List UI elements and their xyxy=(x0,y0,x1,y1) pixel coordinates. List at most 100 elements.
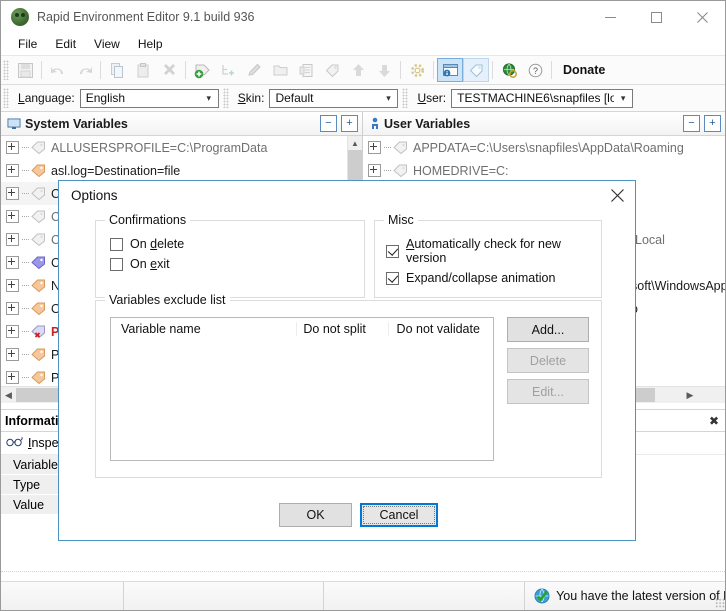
language-select[interactable]: English ▾ xyxy=(79,88,219,108)
tree-row-overflow[interactable]: Local xyxy=(635,228,665,251)
expand-plus-icon[interactable] xyxy=(6,371,19,384)
on-delete-label: On delete xyxy=(130,237,185,251)
exclude-list-header: Variable name Do not split Do not valida… xyxy=(111,318,493,340)
scroll-up-icon[interactable]: ▲ xyxy=(348,136,362,150)
app-logo-icon xyxy=(11,8,29,26)
menu-view[interactable]: View xyxy=(85,35,129,53)
paste-icon[interactable] xyxy=(130,58,156,82)
add-variable-icon[interactable] xyxy=(189,58,215,82)
tree-row[interactable]: APPDATA=C:\Users\snapfiles\AppData\Roami… xyxy=(363,136,725,159)
tree-line xyxy=(22,169,29,172)
on-exit-checkbox-row[interactable]: On exit xyxy=(110,257,364,271)
on-delete-checkbox-row[interactable]: On delete xyxy=(110,237,364,251)
expand-plus-icon[interactable] xyxy=(6,164,19,177)
menu-bar: File Edit View Help xyxy=(1,33,725,55)
close-icon[interactable]: ✖ xyxy=(703,414,725,428)
new-folder-icon[interactable] xyxy=(267,58,293,82)
toolbar-grip[interactable] xyxy=(3,60,9,80)
expand-plus-icon[interactable] xyxy=(6,348,19,361)
scroll-thumb[interactable] xyxy=(16,388,63,402)
tag-icon[interactable] xyxy=(319,58,345,82)
column-do-not-validate: Do not validate xyxy=(387,322,493,336)
expand-all-button[interactable]: + xyxy=(704,115,721,132)
svg-text:?: ? xyxy=(532,66,537,76)
scroll-left-icon[interactable]: ◀ xyxy=(1,390,16,401)
tree-line xyxy=(22,376,29,379)
expand-plus-icon[interactable] xyxy=(6,187,19,200)
dialog-title-bar: Options xyxy=(59,181,635,210)
delete-icon[interactable] xyxy=(156,58,182,82)
check-globe-icon xyxy=(534,588,550,604)
dialog-close-button[interactable] xyxy=(599,182,635,210)
move-down-icon[interactable] xyxy=(371,58,397,82)
expand-plus-icon[interactable] xyxy=(368,141,381,154)
settings-icon[interactable] xyxy=(404,58,430,82)
expand-plus-icon[interactable] xyxy=(6,325,19,338)
chevron-down-icon: ▾ xyxy=(620,92,626,103)
auto-check-version-checkbox[interactable] xyxy=(386,244,399,258)
scroll-right-icon[interactable]: ▶ xyxy=(655,390,725,401)
dialog-title: Options xyxy=(71,188,118,203)
tag-grey-icon xyxy=(31,233,46,246)
tree-row-overflow[interactable]: soft\WindowsApps xyxy=(631,274,725,297)
collapse-all-button[interactable]: − xyxy=(683,115,700,132)
skin-select[interactable]: Default ▾ xyxy=(269,88,399,108)
ok-button[interactable]: OK xyxy=(279,503,352,527)
auto-check-version-row[interactable]: Automatically check for new version xyxy=(386,237,601,265)
menu-edit[interactable]: Edit xyxy=(46,35,85,53)
exclude-list-legend: Variables exclude list xyxy=(105,293,230,307)
expand-plus-icon[interactable] xyxy=(6,210,19,223)
close-button[interactable] xyxy=(679,2,725,33)
save-icon[interactable] xyxy=(12,58,38,82)
status-cell-1 xyxy=(1,582,124,610)
undo-icon[interactable] xyxy=(45,58,71,82)
monitor-icon xyxy=(7,117,21,131)
donate-button[interactable]: Donate xyxy=(555,63,613,77)
maximize-button[interactable] xyxy=(633,2,679,33)
expand-collapse-animation-checkbox[interactable] xyxy=(386,271,399,285)
exclude-list-box[interactable]: Variable name Do not split Do not valida… xyxy=(110,317,494,461)
edit-icon[interactable] xyxy=(241,58,267,82)
expand-all-button[interactable]: + xyxy=(341,115,358,132)
toolbar-separator xyxy=(41,61,42,79)
tree-row[interactable]: HOMEDRIVE=C: xyxy=(363,159,725,182)
redo-icon[interactable] xyxy=(71,58,97,82)
resize-grip[interactable] xyxy=(715,598,725,608)
menu-file[interactable]: File xyxy=(9,35,46,53)
tree-line xyxy=(22,353,29,356)
expand-plus-icon[interactable] xyxy=(6,233,19,246)
new-entry-icon[interactable] xyxy=(293,58,319,82)
menu-help[interactable]: Help xyxy=(129,35,172,53)
minimize-button[interactable] xyxy=(587,2,633,33)
expand-plus-icon[interactable] xyxy=(6,302,19,315)
add-button[interactable]: Add... xyxy=(507,317,589,342)
copy-icon[interactable] xyxy=(104,58,130,82)
marker-icon[interactable] xyxy=(463,58,489,82)
options-icon[interactable] xyxy=(437,58,463,82)
tree-row-label: Local xyxy=(635,232,665,247)
expand-plus-icon[interactable] xyxy=(6,279,19,292)
search-web-icon[interactable] xyxy=(496,58,522,82)
help-icon[interactable]: ? xyxy=(522,58,548,82)
language-value: English xyxy=(85,91,126,105)
tree-line xyxy=(22,307,29,310)
move-up-icon[interactable] xyxy=(345,58,371,82)
collapse-all-button[interactable]: − xyxy=(320,115,337,132)
expand-plus-icon[interactable] xyxy=(6,256,19,269)
cancel-button[interactable]: Cancel xyxy=(360,503,438,527)
add-value-icon[interactable] xyxy=(215,58,241,82)
on-delete-checkbox[interactable] xyxy=(110,237,123,251)
tree-row[interactable]: asl.log=Destination=file xyxy=(1,159,362,182)
settings-row-grip-2[interactable] xyxy=(222,88,229,108)
user-select[interactable]: TESTMACHINE6\snapfiles [logge ▾ xyxy=(451,88,634,108)
expand-plus-icon[interactable] xyxy=(368,164,381,177)
tree-row[interactable]: ALLUSERSPROFILE=C:\ProgramData xyxy=(1,136,362,159)
on-exit-checkbox[interactable] xyxy=(110,257,123,271)
chevron-down-icon: ▾ xyxy=(206,92,212,103)
toolbar-separator xyxy=(492,61,493,79)
expand-plus-icon[interactable] xyxy=(6,141,19,154)
tag-error-icon xyxy=(31,325,46,338)
settings-row-grip-3[interactable] xyxy=(402,88,409,108)
settings-row-grip[interactable] xyxy=(3,88,9,108)
expand-collapse-animation-row[interactable]: Expand/collapse animation xyxy=(386,271,601,285)
